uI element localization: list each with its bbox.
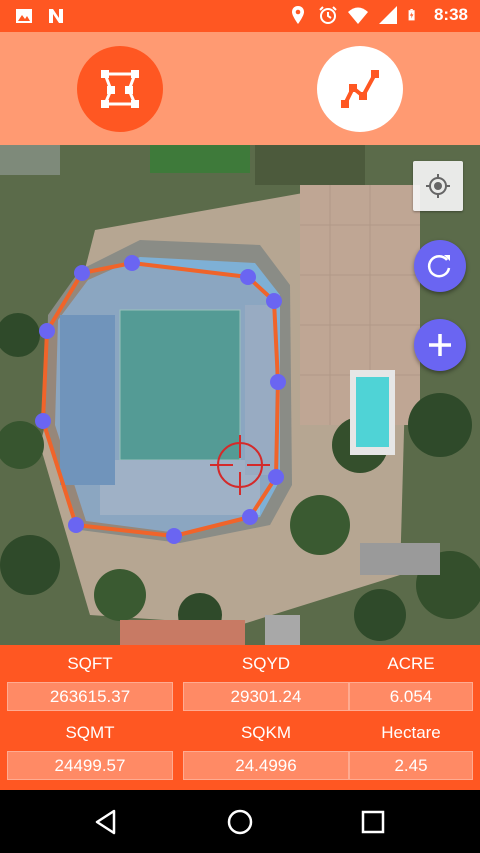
stat-label: SQKM	[240, 723, 292, 742]
alarm-icon	[319, 6, 337, 24]
refresh-button[interactable]	[414, 240, 466, 292]
stat-sqkm: SQKM 24.4996	[183, 722, 349, 780]
satellite-map[interactable]	[0, 145, 480, 645]
stat-value: 24.4996	[183, 751, 349, 780]
add-point-button[interactable]	[414, 319, 466, 371]
stat-sqft: SQFT 263615.37	[7, 653, 173, 711]
mode-toolbar	[0, 32, 480, 145]
stat-label: SQYD	[241, 654, 291, 673]
my-location-icon	[426, 174, 450, 198]
stat-value: 29301.24	[183, 682, 349, 711]
recents-icon	[361, 810, 385, 834]
satellite-imagery	[0, 145, 480, 645]
location-pin-icon	[291, 6, 304, 24]
stat-acre: ACRE 6.054	[349, 653, 473, 711]
battery-charging-icon	[408, 9, 415, 21]
status-bar: 8:38	[0, 0, 480, 32]
image-icon	[16, 9, 32, 23]
polygon-area-icon	[101, 70, 139, 108]
n-app-icon	[49, 9, 63, 23]
stat-label: SQFT	[67, 654, 113, 673]
recents-button[interactable]	[355, 804, 391, 840]
back-icon	[95, 809, 116, 835]
stat-sqmt: SQMT 24499.57	[7, 722, 173, 780]
stat-sqyd: SQYD 29301.24	[183, 653, 349, 711]
wifi-icon	[347, 7, 368, 24]
refresh-icon	[427, 255, 451, 278]
signal-icon	[378, 6, 397, 24]
stat-hectare: Hectare 2.45	[349, 722, 473, 780]
my-location-button[interactable]	[413, 161, 463, 211]
stat-value: 2.45	[349, 751, 473, 780]
back-button[interactable]	[88, 804, 124, 840]
polyline-distance-icon	[341, 70, 379, 108]
stat-value: 6.054	[349, 682, 473, 711]
stat-value: 263615.37	[7, 682, 173, 711]
stat-label: SQMT	[65, 723, 115, 742]
stat-value: 24499.57	[7, 751, 173, 780]
add-icon	[429, 334, 451, 356]
area-stats-panel: SQFT 263615.37 SQYD 29301.24 ACRE 6.054 …	[0, 645, 480, 790]
distance-mode-button[interactable]	[317, 46, 403, 132]
navigation-bar	[0, 790, 480, 853]
clock: 8:38	[433, 5, 468, 24]
stat-label: ACRE	[387, 654, 435, 673]
stat-label: Hectare	[381, 723, 441, 742]
home-icon	[227, 809, 253, 835]
home-button[interactable]	[222, 804, 258, 840]
area-mode-button[interactable]	[77, 46, 163, 132]
